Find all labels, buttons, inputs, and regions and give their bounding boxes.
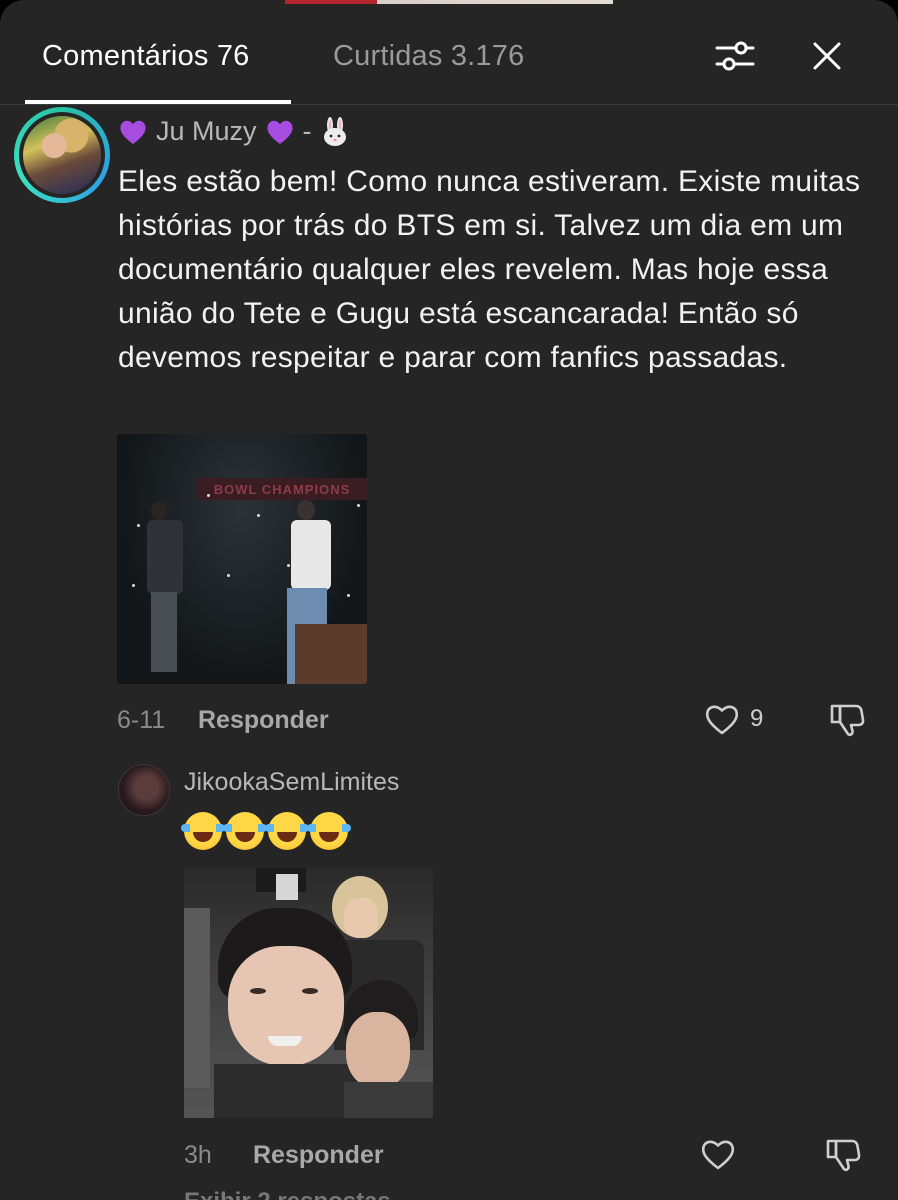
username: Ju Muzy (156, 116, 257, 146)
sliders-icon (715, 41, 755, 71)
tab-bar: Comentários 76 Curtidas 3.176 (0, 0, 898, 105)
close-icon (813, 42, 841, 70)
reply-date: 3h (184, 1141, 212, 1169)
laughing-emoji-icon (265, 812, 309, 850)
reply-meta: 3h (184, 1141, 212, 1170)
heart-outline-icon (705, 705, 739, 735)
laughing-emoji-icon (181, 812, 225, 850)
reply-username[interactable]: JikookaSemLimites (184, 768, 399, 797)
reply-button[interactable]: Responder (198, 706, 329, 735)
avatar[interactable] (14, 107, 110, 203)
comment-meta: 6-11 (117, 706, 165, 735)
tab-likes[interactable]: Curtidas 3.176 (333, 40, 524, 73)
comment-author[interactable]: Ju Muzy - (118, 116, 350, 147)
rabbit-icon (323, 116, 346, 146)
like-count: 9 (750, 705, 764, 732)
thumbs-down-icon (830, 704, 865, 737)
like-button-2[interactable] (700, 1137, 736, 1176)
comment-date: 6-11 (117, 706, 166, 734)
thumbs-down-icon (826, 1139, 861, 1172)
username-separator: - (302, 116, 312, 146)
heart-outline-icon (701, 1140, 735, 1170)
purple-heart-icon (266, 120, 293, 144)
like-button[interactable]: 9 (704, 702, 763, 736)
avatar-photo (23, 116, 101, 194)
comments-sheet: Comentários 76 Curtidas 3.176 Ju Muzy - … (0, 0, 898, 1200)
comment-text: Eles estão bem! Como nunca estiveram. Ex… (118, 165, 861, 374)
tab-comments[interactable]: Comentários 76 (42, 40, 250, 73)
active-tab-indicator (25, 100, 291, 104)
image-sign-text: BOWL CHAMPIONS (197, 478, 367, 500)
laughing-emoji-icon (223, 812, 267, 850)
comment-image[interactable]: BOWL CHAMPIONS (117, 434, 367, 684)
laughing-emoji-icon (307, 812, 351, 850)
dislike-button-2[interactable] (824, 1135, 862, 1178)
filter-button[interactable] (713, 36, 757, 76)
reply-avatar[interactable] (118, 764, 170, 816)
view-replies-link[interactable]: Exibir 2 respostas (184, 1188, 391, 1200)
purple-heart-icon (120, 120, 146, 144)
reply-image[interactable] (184, 868, 433, 1118)
dislike-button[interactable] (828, 700, 866, 743)
reply-button-2[interactable]: Responder (253, 1141, 384, 1170)
reply-text (181, 812, 351, 850)
close-button[interactable] (805, 36, 849, 76)
